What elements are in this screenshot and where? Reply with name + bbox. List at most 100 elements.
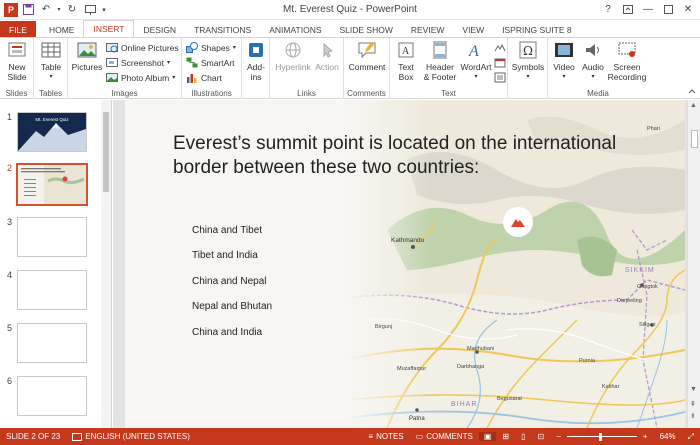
spell-check-icon bbox=[72, 432, 83, 441]
zoom-level[interactable]: 64% bbox=[654, 432, 682, 441]
group-illustrations: Shapes ▾ SmartArt Chart Illustrations bbox=[182, 38, 242, 99]
tab-file[interactable]: FILE bbox=[0, 21, 36, 38]
next-slide-icon[interactable]: ⇟ bbox=[690, 412, 696, 420]
help-icon[interactable]: ? bbox=[600, 1, 616, 17]
scroll-down-icon[interactable]: ▼ bbox=[690, 386, 697, 393]
status-bar: SLIDE 2 OF 23 ENGLISH (UNITED STATES) ≡ … bbox=[0, 428, 700, 445]
answer-option-1[interactable]: China and Tibet bbox=[192, 225, 262, 236]
header-footer-button[interactable]: Header & Footer bbox=[420, 40, 460, 82]
map-label-katihar: Katihar bbox=[602, 384, 620, 390]
video-button[interactable]: Video ▾ bbox=[548, 40, 580, 82]
notes-button[interactable]: ≡ NOTES bbox=[362, 432, 409, 441]
tab-animations[interactable]: ANIMATIONS bbox=[260, 21, 330, 38]
slide-thumbnail-4[interactable] bbox=[17, 270, 87, 310]
slide-thumbnail-2[interactable] bbox=[16, 163, 88, 206]
table-button[interactable]: Table ▾ bbox=[37, 40, 65, 82]
thumbnail-number: 6 bbox=[7, 376, 13, 386]
table-icon bbox=[40, 40, 62, 60]
slide-vertical-scrollbar[interactable]: ▲ ▼ ⇞ ⇟ bbox=[687, 100, 700, 428]
audio-icon bbox=[582, 40, 604, 60]
comment-button[interactable]: Comment bbox=[347, 40, 387, 72]
screen-recording-label-2: Recording bbox=[607, 72, 647, 82]
zoom-slider[interactable] bbox=[566, 432, 637, 442]
thumbnail-number: 3 bbox=[7, 217, 13, 227]
slideshow-view-icon[interactable]: ⊡ bbox=[532, 432, 551, 441]
minimize-icon[interactable]: — bbox=[640, 1, 656, 17]
shapes-label: Shapes bbox=[201, 42, 230, 53]
dropdown-arrow-icon: ▾ bbox=[591, 74, 595, 80]
language-indicator[interactable]: ENGLISH (UNITED STATES) bbox=[66, 432, 196, 441]
answer-option-2[interactable]: Tibet and India bbox=[192, 250, 258, 261]
close-icon[interactable]: ✕ bbox=[680, 1, 696, 17]
ribbon-display-icon[interactable] bbox=[620, 1, 636, 17]
chart-icon bbox=[187, 74, 197, 83]
screen-recording-button[interactable]: Screen Recording bbox=[606, 40, 648, 82]
comments-button[interactable]: ▭ COMMENTS bbox=[410, 432, 479, 441]
wordart-button[interactable]: A WordArt ▾ bbox=[458, 40, 494, 82]
notes-icon: ≡ bbox=[368, 432, 374, 441]
date-time-icon[interactable] bbox=[494, 57, 506, 68]
previous-slide-icon[interactable]: ⇞ bbox=[690, 400, 696, 408]
action-button[interactable]: Action bbox=[312, 40, 342, 72]
scrollbar-thumb[interactable] bbox=[691, 130, 698, 148]
hyperlink-button[interactable]: Hyperlink bbox=[274, 40, 312, 72]
text-box-button[interactable]: A Text Box bbox=[392, 40, 420, 82]
answer-option-5[interactable]: China and India bbox=[192, 327, 262, 338]
tab-view[interactable]: VIEW bbox=[453, 21, 493, 38]
slide-thumbnail-1[interactable]: Mt. Everest Quiz bbox=[17, 112, 87, 152]
slide-canvas[interactable]: Kathmandu SIKKIM Gangtok Darjeeling Sili… bbox=[125, 100, 685, 428]
tab-design[interactable]: DESIGN bbox=[134, 21, 185, 38]
language-label: ENGLISH (UNITED STATES) bbox=[85, 432, 190, 441]
map-label-darbhanga: Darbhanga bbox=[457, 364, 485, 370]
tab-insert[interactable]: INSERT bbox=[83, 20, 135, 38]
screen-recording-icon bbox=[616, 40, 638, 60]
group-links: Hyperlink Action Links bbox=[270, 38, 344, 99]
new-slide-button[interactable]: New Slide bbox=[3, 40, 31, 82]
tab-review[interactable]: REVIEW bbox=[402, 21, 454, 38]
tab-slide-show[interactable]: SLIDE SHOW bbox=[331, 21, 402, 38]
answer-option-4[interactable]: Nepal and Bhutan bbox=[192, 301, 272, 312]
addins-button[interactable]: Add- ins bbox=[244, 40, 268, 82]
zoom-out-icon[interactable]: − bbox=[550, 432, 567, 441]
online-pictures-button[interactable]: Online Pictures bbox=[106, 42, 179, 53]
slide-thumbnail-6[interactable] bbox=[17, 376, 87, 416]
screenshot-icon bbox=[106, 58, 118, 67]
collapse-ribbon-icon[interactable] bbox=[688, 88, 696, 94]
pictures-button[interactable]: Pictures bbox=[70, 40, 104, 72]
chart-button[interactable]: Chart bbox=[186, 72, 222, 83]
thumbnail-scrollbar-thumb[interactable] bbox=[103, 112, 109, 192]
zoom-slider-thumb[interactable] bbox=[598, 432, 602, 441]
header-footer-label: Header bbox=[426, 62, 454, 72]
video-icon bbox=[553, 40, 575, 60]
answer-option-3[interactable]: China and Nepal bbox=[192, 276, 267, 287]
smartart-button[interactable]: SmartArt bbox=[186, 57, 235, 68]
thumbnail-scrollbar[interactable] bbox=[101, 100, 111, 428]
symbols-button[interactable]: Ω Symbols ▾ bbox=[510, 40, 546, 82]
slide-thumbnail-5[interactable] bbox=[17, 323, 87, 363]
svg-text:A: A bbox=[468, 43, 479, 59]
normal-view-icon[interactable]: ▣ bbox=[478, 432, 497, 441]
header-footer-label-2: & Footer bbox=[423, 72, 457, 82]
shapes-button[interactable]: Shapes ▾ bbox=[186, 42, 236, 53]
online-pictures-label: Online Pictures bbox=[121, 42, 179, 53]
table-label: Table bbox=[40, 62, 62, 72]
photo-album-button[interactable]: Photo Album ▾ bbox=[106, 72, 175, 83]
scroll-up-icon[interactable]: ▲ bbox=[690, 102, 697, 109]
reading-view-icon[interactable]: ▯ bbox=[515, 432, 531, 441]
maximize-icon[interactable] bbox=[660, 1, 676, 17]
slide-thumbnail-3[interactable] bbox=[17, 217, 87, 257]
everest-marker-icon[interactable] bbox=[502, 206, 534, 238]
zoom-in-icon[interactable]: + bbox=[637, 432, 654, 441]
slide-sorter-view-icon[interactable]: ⊞ bbox=[496, 432, 515, 441]
tab-ispring-suite[interactable]: ISPRING SUITE 8 bbox=[493, 21, 580, 38]
tab-home[interactable]: HOME bbox=[40, 21, 84, 38]
signature-line-icon[interactable] bbox=[494, 42, 506, 53]
map-label-siliguri: Siliguri bbox=[639, 322, 656, 328]
thumbnail-number: 5 bbox=[7, 323, 13, 333]
screenshot-button[interactable]: Screenshot ▾ bbox=[106, 57, 170, 68]
fit-slide-icon[interactable]: ⤢ bbox=[682, 432, 700, 442]
audio-button[interactable]: Audio ▾ bbox=[578, 40, 608, 82]
tab-transitions[interactable]: TRANSITIONS bbox=[185, 21, 260, 38]
object-icon[interactable] bbox=[494, 72, 506, 83]
slide-title[interactable]: Everest’s summit point is located on the… bbox=[173, 132, 653, 180]
